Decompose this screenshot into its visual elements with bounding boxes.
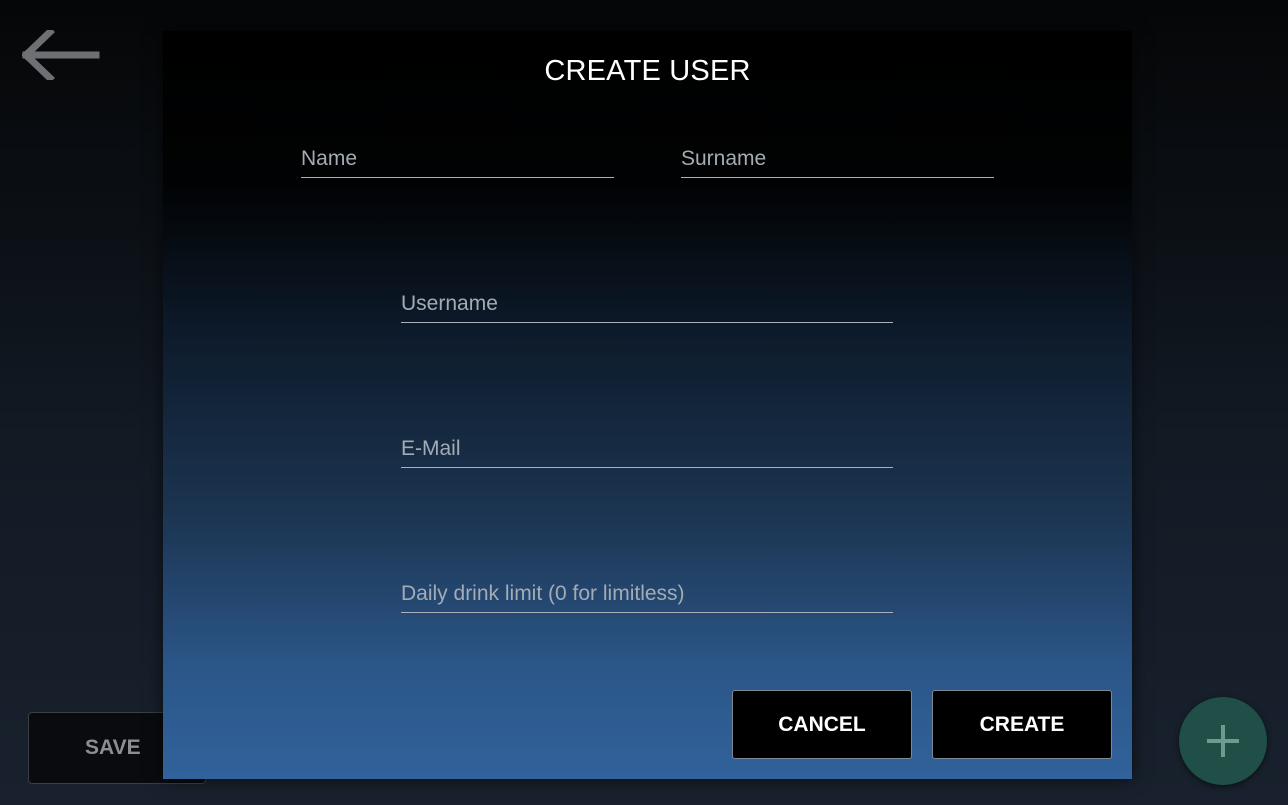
- dialog-title: CREATE USER: [544, 55, 751, 87]
- drink-limit-field[interactable]: [401, 567, 893, 613]
- plus-icon: [1207, 725, 1239, 757]
- create-button-label: CREATE: [979, 712, 1065, 736]
- cancel-button-label: CANCEL: [778, 712, 866, 736]
- surname-input[interactable]: [681, 147, 994, 171]
- create-button[interactable]: CREATE: [932, 690, 1112, 759]
- back-button[interactable]: [18, 20, 104, 90]
- cancel-button[interactable]: CANCEL: [732, 690, 912, 759]
- surname-field[interactable]: [681, 132, 994, 178]
- arrow-left-icon: [22, 30, 100, 80]
- add-user-button[interactable]: [1179, 697, 1267, 785]
- create-user-dialog: CREATE USER CANCEL CREATE: [163, 31, 1132, 779]
- email-field[interactable]: [401, 422, 893, 468]
- username-field[interactable]: [401, 277, 893, 323]
- save-button-label: SAVE: [85, 736, 141, 759]
- email-input[interactable]: [401, 437, 893, 461]
- name-field[interactable]: [301, 132, 614, 178]
- drink-limit-input[interactable]: [401, 582, 893, 606]
- name-input[interactable]: [301, 147, 614, 171]
- username-input[interactable]: [401, 292, 893, 316]
